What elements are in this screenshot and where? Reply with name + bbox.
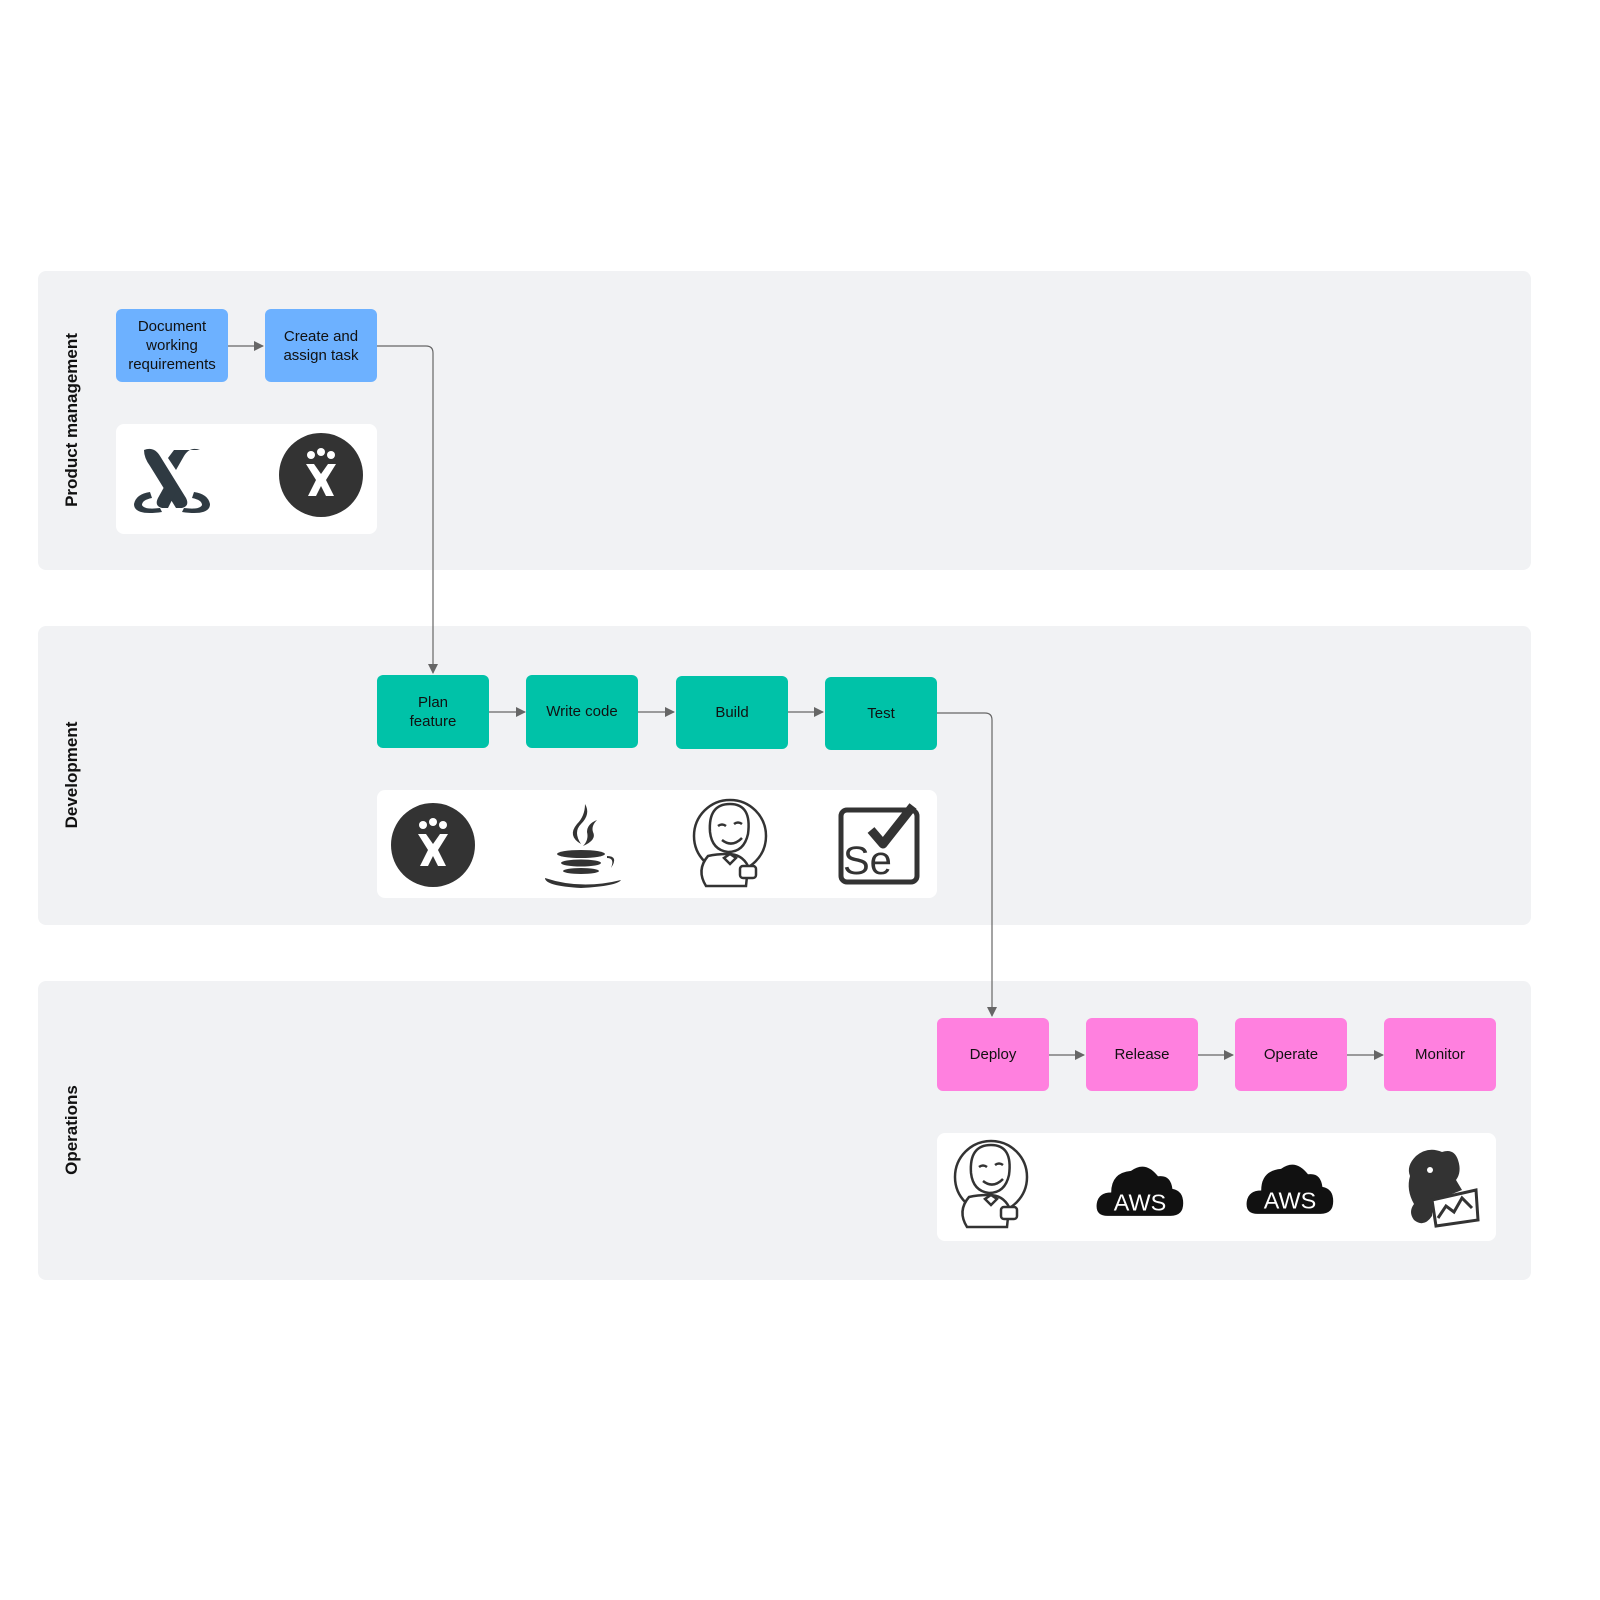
node-operate[interactable]: Operate <box>1235 1018 1347 1091</box>
jira-icon <box>276 430 366 520</box>
lane-label-operations: Operations <box>62 1085 81 1175</box>
java-icon <box>537 800 627 890</box>
lane-label-development: Development <box>62 721 81 829</box>
node-test[interactable]: Test <box>825 677 937 750</box>
node-write-code[interactable]: Write code <box>526 675 638 748</box>
datadog-icon <box>1397 1143 1487 1233</box>
node-document-working-requirements[interactable]: Document working requirements <box>116 309 228 382</box>
aws-icon: AWS <box>1245 1141 1335 1231</box>
selenium-text: Se <box>843 839 892 883</box>
tools-product-management <box>116 424 377 534</box>
jira-icon <box>388 800 478 890</box>
node-plan-feature[interactable]: Plan feature <box>377 675 489 748</box>
aws-text: AWS <box>1264 1188 1316 1214</box>
confluence-icon <box>127 434 217 524</box>
node-deploy[interactable]: Deploy <box>937 1018 1049 1091</box>
jenkins-icon <box>686 798 776 888</box>
node-create-and-assign-task[interactable]: Create and assign task <box>265 309 377 382</box>
node-release[interactable]: Release <box>1086 1018 1198 1091</box>
aws-text: AWS <box>1114 1190 1166 1216</box>
node-build[interactable]: Build <box>676 676 788 749</box>
lane-label-product-management: Product management <box>62 333 81 507</box>
node-monitor[interactable]: Monitor <box>1384 1018 1496 1091</box>
tools-operations: AWS AWS <box>937 1133 1496 1241</box>
selenium-icon: Se <box>835 800 925 890</box>
tools-development: Se <box>377 790 937 898</box>
jenkins-icon <box>947 1139 1037 1229</box>
aws-icon: AWS <box>1095 1143 1185 1233</box>
